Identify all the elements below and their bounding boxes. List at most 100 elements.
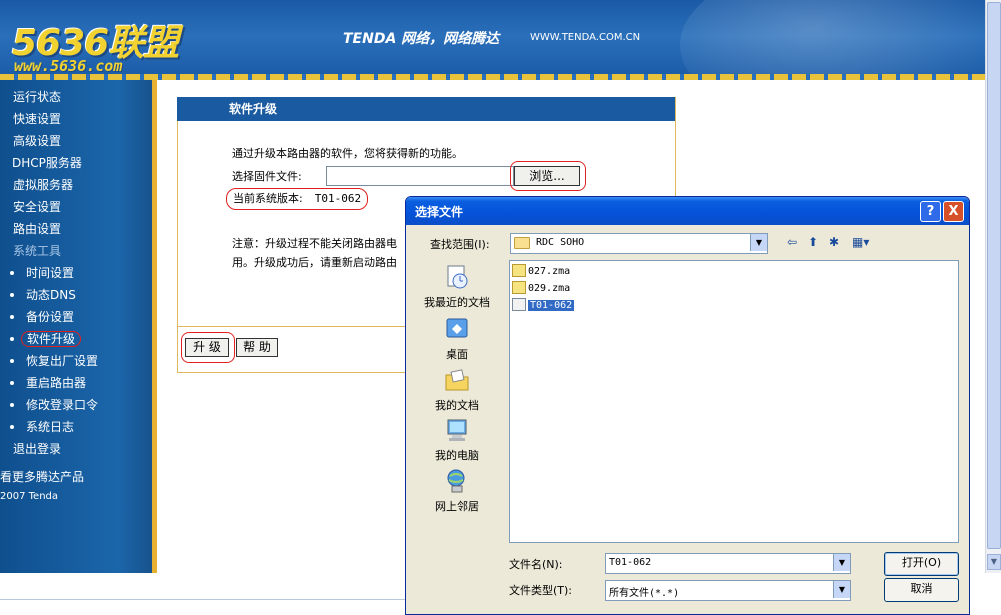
new-folder-icon[interactable]: ✱ — [829, 235, 839, 249]
upgrade-button[interactable]: 升 级 — [185, 338, 229, 357]
sidebar-item-reboot[interactable]: 重启路由器 — [0, 372, 157, 394]
current-version: 当前系统版本: T01-062 — [226, 188, 369, 210]
bullet-icon — [10, 380, 14, 385]
sidebar-item-backup[interactable]: 备份设置 — [0, 306, 157, 328]
site-logo-url: www.5636.com — [14, 57, 123, 75]
file-list[interactable]: 027.zma 029.zma T01-062 — [509, 260, 959, 543]
copyright-text: 2007 Tenda — [0, 491, 59, 502]
file-type-value: 所有文件(*.*) — [609, 588, 680, 599]
firmware-file-label: 选择固件文件: — [232, 170, 302, 183]
bullet-icon — [10, 358, 14, 363]
scroll-down-arrow-icon[interactable]: ▼ — [987, 554, 1001, 570]
places-bar: 我最近的文档 桌面 我的文档 我的电脑 网上邻居 — [416, 259, 498, 519]
sidebar-item-system-log[interactable]: 系统日志 — [0, 416, 157, 438]
dialog-title: 选择文件 — [415, 205, 464, 219]
file-type-label: 文件类型(T): — [509, 584, 573, 597]
file-type-dropdown[interactable]: 所有文件(*.*) ▼ — [605, 580, 851, 601]
sidebar-item-label: 时间设置 — [26, 266, 75, 280]
list-item[interactable]: 027.zma — [512, 263, 570, 279]
folder-icon — [514, 237, 530, 249]
chevron-down-icon[interactable]: ▼ — [833, 554, 850, 571]
sidebar-item-label: 系统工具 — [13, 244, 62, 258]
file-name: 029.zma — [528, 283, 571, 294]
look-in-dropdown[interactable]: RDC SOHO ▼ — [510, 233, 768, 254]
file-icon — [512, 263, 526, 277]
file-icon — [512, 297, 526, 311]
sidebar-item-dhcp[interactable]: DHCP服务器 — [0, 152, 157, 174]
place-label: 我的电脑 — [435, 449, 479, 462]
sidebar-item-label: 路由设置 — [13, 222, 62, 236]
dialog-title-bar[interactable]: 选择文件 ? X — [406, 197, 969, 225]
look-in-label: 查找范围(I): — [430, 238, 490, 251]
place-network[interactable]: 网上邻居 — [416, 467, 498, 514]
sidebar-item-label: 备份设置 — [26, 310, 75, 324]
sidebar-item-change-password[interactable]: 修改登录口令 — [0, 394, 157, 416]
open-button[interactable]: 打开(O) — [884, 552, 959, 576]
sidebar-item-system-tools[interactable]: 系统工具 — [0, 240, 157, 262]
recent-documents-icon — [447, 265, 468, 289]
place-my-computer[interactable]: 我的电脑 — [416, 416, 498, 463]
sidebar-item-label: 恢复出厂设置 — [26, 354, 99, 368]
my-documents-icon — [445, 369, 469, 391]
sidebar-item-factory-reset[interactable]: 恢复出厂设置 — [0, 350, 157, 372]
back-arrow-icon[interactable]: ⇦ — [787, 235, 797, 249]
scrollbar-thumb[interactable] — [987, 2, 1001, 549]
sidebar-item-advanced[interactable]: 高级设置 — [0, 130, 157, 152]
panel-title-bar: 软件升级 — [177, 97, 675, 121]
more-products-link[interactable]: 看更多腾达产品 — [0, 466, 157, 488]
sidebar-item-quick-setup[interactable]: 快速设置 — [0, 108, 157, 130]
list-item[interactable]: 029.zma — [512, 280, 571, 296]
place-my-documents[interactable]: 我的文档 — [416, 366, 498, 413]
bullet-icon — [10, 270, 14, 275]
sidebar-item-label: 快速设置 — [13, 112, 62, 126]
help-button[interactable]: 帮 助 — [236, 338, 278, 357]
view-menu-icon[interactable]: ▦▾ — [852, 235, 869, 249]
dialog-close-button[interactable]: X — [943, 201, 964, 222]
file-name-value: T01-062 — [609, 557, 652, 568]
sidebar-item-security[interactable]: 安全设置 — [0, 196, 157, 218]
network-places-icon — [447, 469, 465, 493]
chevron-down-icon[interactable]: ▼ — [750, 234, 767, 251]
intro-text: 通过升级本路由器的软件，您将获得新的功能。 — [232, 147, 463, 160]
sidebar-item-virtual-server[interactable]: 虚拟服务器 — [0, 174, 157, 196]
look-in-value: RDC SOHO — [536, 237, 585, 248]
sidebar-item-logout[interactable]: 退出登录 — [0, 438, 157, 460]
bullet-icon — [10, 402, 14, 407]
file-name-label: 文件名(N): — [509, 558, 563, 571]
sidebar-item-time[interactable]: 时间设置 — [0, 262, 157, 284]
sidebar-item-label: 高级设置 — [13, 134, 62, 148]
bullet-icon — [10, 292, 14, 297]
browse-button[interactable]: 浏览... — [514, 166, 580, 186]
place-label: 我的文档 — [435, 399, 479, 412]
cancel-button[interactable]: 取消 — [884, 578, 959, 602]
firmware-file-input[interactable] — [326, 166, 514, 186]
file-name-field[interactable]: T01-062 ▼ — [605, 553, 851, 574]
sidebar-edge — [152, 80, 157, 573]
sidebar-item-label: 重启路由器 — [26, 376, 87, 390]
list-item-selected[interactable]: T01-062 — [512, 297, 576, 313]
sidebar-item-firmware-upgrade[interactable]: 软件升级 — [0, 328, 157, 350]
dialog-help-button[interactable]: ? — [920, 201, 941, 222]
file-icon — [512, 280, 526, 294]
chevron-down-icon[interactable]: ▼ — [833, 581, 850, 598]
header-site-url: WWW.TENDA.COM.CN — [530, 32, 641, 43]
bullet-icon — [10, 314, 14, 319]
up-folder-icon[interactable]: ⬆ — [808, 235, 818, 249]
sidebar-item-ddns[interactable]: 动态DNS — [0, 284, 157, 306]
place-label: 我最近的文档 — [424, 296, 490, 309]
panel-title: 软件升级 — [229, 102, 278, 116]
header-banner: 5636联盟 www.5636.com TENDA 网络，网络腾达 WWW.TE… — [0, 0, 985, 80]
my-computer-icon — [447, 419, 467, 441]
sidebar-item-run-status[interactable]: 运行状态 — [0, 86, 157, 108]
version-value: T01-062 — [314, 192, 362, 205]
place-label: 网上邻居 — [435, 500, 479, 513]
sidebar-item-label: 软件升级 — [21, 331, 82, 347]
bullet-icon — [10, 424, 14, 429]
sidebar-item-label: 系统日志 — [26, 420, 75, 434]
place-label: 桌面 — [446, 348, 468, 361]
sidebar-item-routing[interactable]: 路由设置 — [0, 218, 157, 240]
sidebar-item-label: 退出登录 — [13, 442, 62, 456]
place-recent[interactable]: 我最近的文档 — [416, 263, 498, 310]
place-desktop[interactable]: 桌面 — [416, 315, 498, 362]
file-open-dialog: 选择文件 ? X 查找范围(I): RDC SOHO ▼ ⇦ ⬆ ✱ ▦▾ 我最… — [405, 196, 970, 615]
